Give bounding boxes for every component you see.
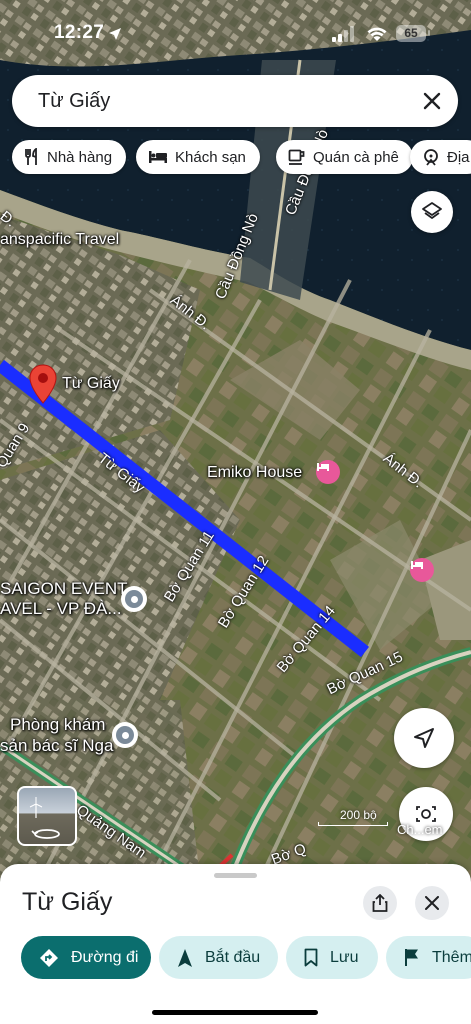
clinic-label-line1[interactable]: Phòng khám [10, 715, 105, 735]
navigation-arrow-icon [414, 728, 434, 748]
chip-hotels[interactable]: Khách sạn [136, 140, 260, 174]
camera-search-icon [416, 806, 436, 822]
place-title: Từ Giấy [22, 888, 113, 916]
save-button[interactable]: Lưu [286, 936, 378, 979]
chip-coffee[interactable]: Quán cà phê [276, 140, 413, 174]
wifi-icon [367, 27, 387, 41]
battery-icon: 65 [396, 25, 430, 42]
place-poi-icon[interactable] [121, 586, 147, 612]
location-services-icon [109, 28, 121, 40]
selected-place-label[interactable]: Từ Giấy [62, 375, 120, 393]
close-icon[interactable] [418, 87, 446, 115]
search-query[interactable]: Từ Giấy [38, 90, 110, 113]
more-label: Thêm [432, 948, 471, 966]
coffee-icon [288, 149, 306, 165]
bookmark-icon [304, 948, 318, 967]
home-indicator[interactable] [152, 1010, 318, 1015]
directions-button[interactable]: Đường đi [21, 936, 151, 979]
lens-label[interactable]: Ch...em [397, 822, 443, 837]
restaurant-icon [24, 148, 40, 166]
start-label: Bắt đầu [205, 948, 261, 966]
scale-bar [318, 822, 388, 826]
hotel-icon [148, 150, 168, 164]
hotel-poi-icon[interactable] [316, 460, 340, 484]
chip-label: Địa [447, 148, 470, 166]
street-view-360-icon [31, 829, 60, 839]
attraction-icon [422, 148, 440, 166]
layers-icon [422, 202, 442, 219]
save-label: Lưu [330, 948, 359, 966]
layers-button[interactable] [411, 191, 453, 233]
scale-label: 200 bộ [340, 808, 377, 822]
flag-icon [404, 948, 420, 967]
saigon-event-label-line1[interactable]: SAIGON EVENT [0, 579, 128, 599]
clinic-label-line2[interactable]: sản bác sĩ Nga [0, 736, 113, 756]
close-sheet-button[interactable] [415, 886, 449, 920]
wind-turbine-icon [29, 797, 43, 818]
hotel-poi-icon-2[interactable] [410, 558, 434, 582]
location-pin-icon[interactable] [28, 364, 58, 404]
more-button[interactable]: Thêm [386, 936, 471, 979]
directions-label: Đường đi [71, 948, 139, 966]
street-view-thumbnail[interactable] [17, 786, 77, 846]
sheet-drag-handle[interactable] [214, 873, 257, 878]
navigation-icon [177, 948, 193, 968]
map-scale: 200 bộ [318, 808, 388, 828]
emiko-house-label[interactable]: Emiko House [207, 464, 302, 482]
cellular-signal-icon [332, 26, 354, 42]
chip-attractions[interactable]: Địa [410, 140, 471, 174]
share-button[interactable] [363, 886, 397, 920]
close-icon [425, 896, 439, 910]
start-button[interactable]: Bắt đầu [159, 936, 278, 979]
chip-label: Khách sạn [175, 148, 246, 166]
my-location-button[interactable] [394, 708, 454, 768]
chip-label: Nhà hàng [47, 148, 113, 166]
clinic-poi-icon[interactable] [112, 722, 138, 748]
status-time: 12:27 [54, 22, 105, 43]
status-bar: 12:27 65 [0, 0, 471, 60]
directions-icon [39, 948, 59, 968]
transpacific-label[interactable]: anspacific Travel [0, 231, 119, 249]
search-bar[interactable]: Từ Giấy [12, 75, 458, 127]
saigon-event-label-line2[interactable]: AVEL - VP ĐÀ... [0, 599, 122, 619]
place-bottom-sheet[interactable]: Từ Giấy Đường đi Bắt đầu Lưu Thêm [0, 864, 471, 1024]
chip-restaurants[interactable]: Nhà hàng [12, 140, 127, 174]
chip-label: Quán cà phê [313, 148, 399, 166]
share-icon [372, 894, 388, 912]
